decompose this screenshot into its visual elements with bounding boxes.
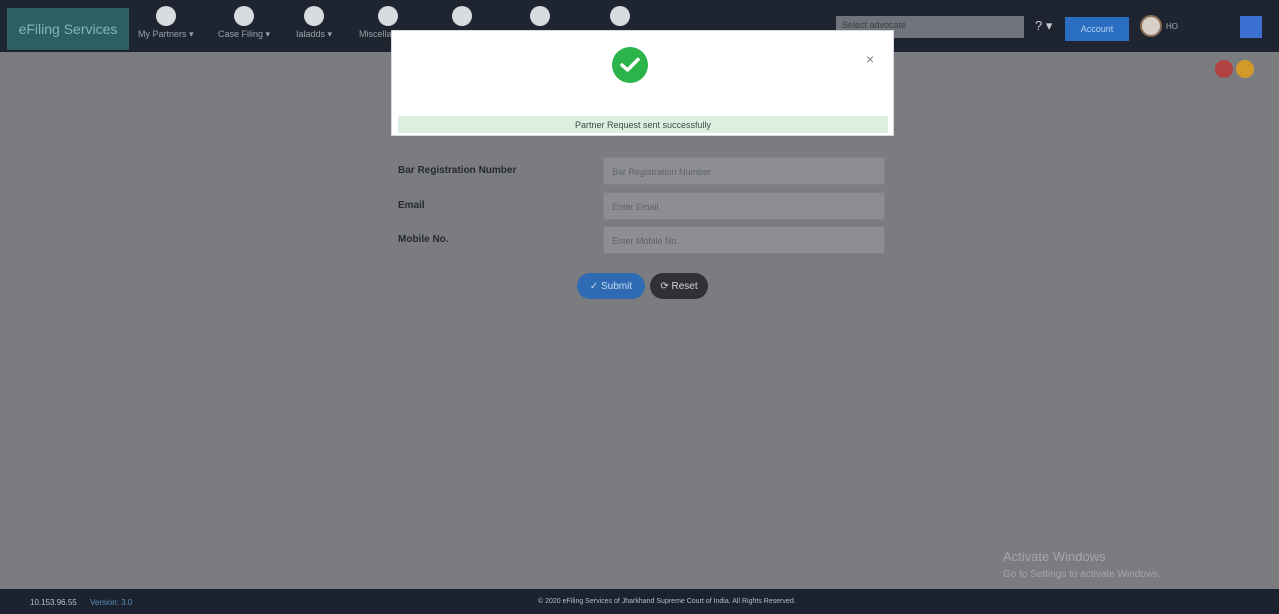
- mobile-label: Mobile No.: [398, 234, 449, 245]
- help-dropdown[interactable]: ? ▾: [1035, 18, 1052, 34]
- mobile-field[interactable]: Enter Mobile No.: [603, 226, 885, 254]
- form-row-bar-number: Bar Registration Number Bar Registration…: [398, 157, 888, 187]
- activate-windows-subtitle: Go to Settings to activate Windows.: [1003, 569, 1161, 580]
- bar-number-label: Bar Registration Number: [398, 165, 517, 176]
- report-icon: [610, 6, 630, 26]
- footer: 10.153.96.55 Version: 3.0 © 2020 eFiling…: [0, 589, 1279, 614]
- close-icon[interactable]: ×: [866, 51, 874, 67]
- version-link[interactable]: Version: 3.0: [90, 598, 132, 607]
- email-label: Email: [398, 200, 425, 211]
- reset-button[interactable]: ⟳ Reset: [650, 273, 708, 299]
- red-status-icon[interactable]: [1215, 60, 1233, 78]
- brand-logo[interactable]: eFiling Services: [7, 8, 129, 50]
- email-field[interactable]: Enter Email: [603, 192, 885, 220]
- info-icon: [530, 6, 550, 26]
- list-icon: [377, 6, 398, 26]
- nav-my-partners[interactable]: My Partners ▾: [138, 6, 194, 46]
- nav-label: Ialadds ▾: [296, 29, 333, 39]
- flag-icon[interactable]: [1240, 16, 1262, 38]
- activate-windows-title: Activate Windows: [1003, 549, 1106, 564]
- form-row-mobile: Mobile No. Enter Mobile No.: [398, 226, 888, 256]
- copyright-text: © 2020 eFiling Services of Jharkhand Sup…: [538, 598, 796, 605]
- nav-ialadds[interactable]: Ialadds ▾: [296, 6, 332, 46]
- partners-icon: [155, 6, 176, 26]
- nav-case-filing[interactable]: Case Filing ▾: [218, 6, 270, 46]
- yellow-status-icon[interactable]: [1236, 60, 1254, 78]
- nav-label: My Partners ▾: [138, 29, 194, 39]
- check-icon: [612, 47, 648, 83]
- document-icon: [304, 6, 325, 26]
- nav-label: Case Filing ▾: [218, 29, 271, 39]
- form-row-email: Email Enter Email: [398, 192, 888, 222]
- bar-number-field[interactable]: Bar Registration Number: [603, 157, 885, 185]
- success-modal: × Partner Request sent successfully: [391, 30, 894, 136]
- avatar[interactable]: [1140, 15, 1162, 37]
- success-message: Partner Request sent successfully: [398, 116, 888, 133]
- submit-button[interactable]: ✓ Submit: [577, 273, 645, 299]
- edit-icon: [234, 6, 255, 26]
- rupee-icon: [452, 6, 472, 26]
- account-button[interactable]: Account: [1065, 17, 1129, 41]
- user-label: HO: [1166, 22, 1178, 31]
- ip-address: 10.153.96.55: [30, 598, 77, 607]
